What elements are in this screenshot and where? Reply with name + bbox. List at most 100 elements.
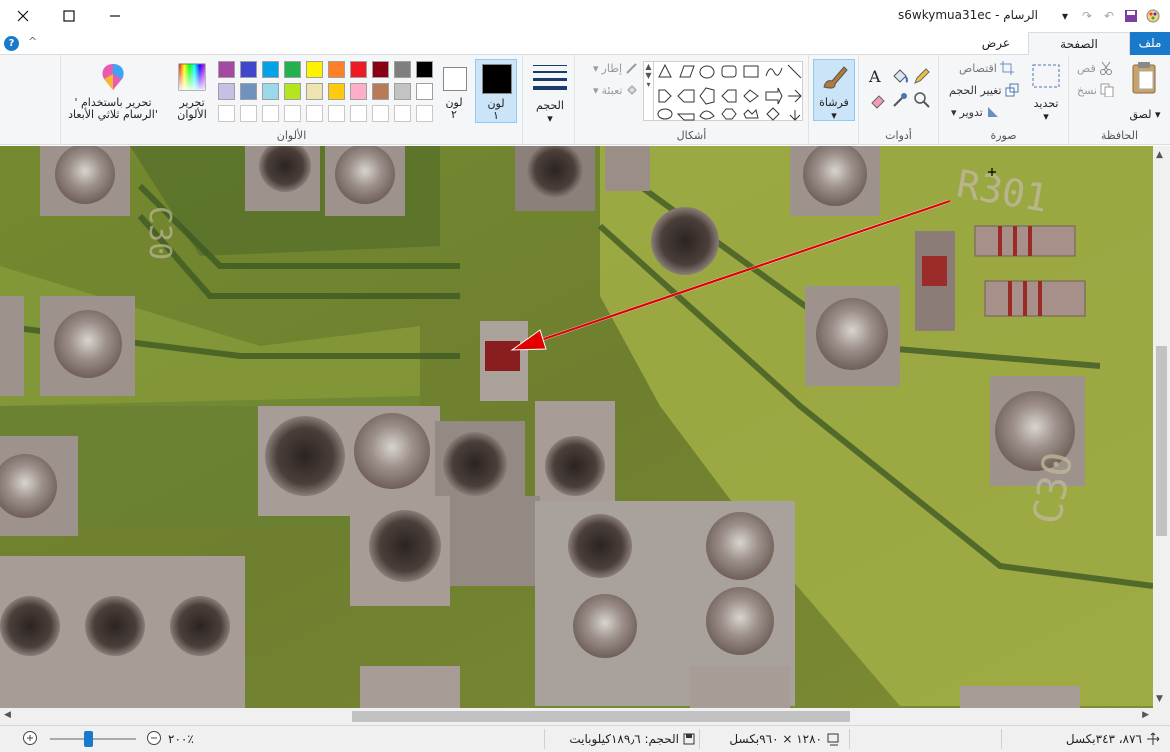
fill-tool-icon[interactable] [891,67,911,87]
qat-dropdown-icon[interactable]: ▾ [1056,7,1074,25]
image-group: تحديد ▾ اقتصاص تغيير الحجم ▾ تدوير صورة [938,55,1068,145]
palette-swatch[interactable] [416,61,433,78]
color-spectrum-icon [178,63,206,91]
cut-label: قص [1077,61,1096,75]
palette-swatch[interactable] [328,61,345,78]
zoom-out-button[interactable] [146,730,162,746]
select-button[interactable]: تحديد ▾ [1027,61,1065,123]
scroll-right-icon[interactable]: ▶ [1142,710,1149,720]
size-group: الحجم ▾ [522,55,574,145]
palette-swatch[interactable] [284,83,301,100]
tab-file[interactable]: ملف [1130,32,1170,55]
scroll-up-icon[interactable]: ▲ [1156,150,1163,160]
palette-swatch[interactable] [240,83,257,100]
rotate-button[interactable]: ▾ تدوير [951,105,1000,119]
drawing-canvas[interactable]: R301 C30 C30 [0,146,1153,708]
color1-number: ١ [493,109,499,122]
custom-color-slot[interactable] [284,105,301,122]
brushes-label: فرشاة [819,96,849,109]
color-palette [213,61,433,125]
file-size: الحجم: ١٨٩٫٦كيلوبايت [569,732,695,746]
ribbon: لصق ▾ قص نسخ الحافظة تحديد ▾ اقتصاص تغيير… [0,55,1170,145]
zoom-slider-thumb[interactable] [84,731,93,747]
size-button[interactable]: الحجم ▾ [529,59,571,125]
copy-button[interactable]: نسخ [1077,83,1114,97]
minimize-button[interactable] [92,0,138,32]
tab-view[interactable]: عرض [972,32,1020,55]
palette-swatch[interactable] [218,83,235,100]
edit-colors-button[interactable]: تحرير الألوان [171,59,213,123]
resize-button[interactable]: تغيير الحجم [949,83,1019,97]
palette-swatch[interactable] [284,61,301,78]
zoom-slider-track[interactable] [50,738,136,740]
palette-swatch[interactable] [306,61,323,78]
brushes-button[interactable]: فرشاة ▾ [813,59,855,122]
palette-swatch[interactable] [262,83,279,100]
palette-swatch[interactable] [262,61,279,78]
edit-paint3d-button[interactable]: تحرير باستخدام ' الرسام ثلاثي الأبعاد' [63,59,163,123]
outline-button[interactable]: ▾ إطار [593,61,639,75]
palette-swatch[interactable] [306,83,323,100]
shapes-gallery-icons [657,63,802,121]
vertical-scroll-thumb[interactable] [1156,346,1167,536]
palette-swatch[interactable] [218,61,235,78]
crop-button[interactable]: اقتصاص [959,61,1014,75]
fill-button[interactable]: ▾ تعبئة [593,83,639,97]
edit-paint3d-label: تحرير باستخدام ' الرسام ثلاثي الأبعاد' [68,96,158,121]
resize-label: تغيير الحجم [949,83,1002,97]
horizontal-scroll-thumb[interactable] [352,711,850,722]
custom-color-slot[interactable] [262,105,279,122]
custom-color-slot[interactable] [394,105,411,122]
custom-color-slot[interactable] [350,105,367,122]
shapes-gallery[interactable]: ▲ ▼ ▾ [643,61,803,121]
tab-home[interactable]: الصفحة الرئيسية [1028,32,1130,73]
select-label: تحديد [1033,97,1059,110]
zoom-in-button[interactable] [22,730,38,746]
custom-color-slot[interactable] [416,105,433,122]
custom-color-slot[interactable] [306,105,323,122]
magnifier-icon[interactable] [913,91,933,111]
text-tool-icon[interactable]: A [869,67,889,87]
palette-swatch[interactable] [394,61,411,78]
resize-icon [1005,83,1019,97]
color2-button[interactable]: لون ٢ [435,59,473,123]
palette-swatch[interactable] [350,61,367,78]
redo-icon[interactable]: ↷ [1078,7,1096,25]
scroll-left-icon[interactable]: ◀ [4,710,11,720]
color-picker-icon[interactable] [891,91,911,111]
palette-swatch[interactable] [394,83,411,100]
maximize-icon [63,10,75,22]
scroll-down-icon[interactable]: ▼ [1156,694,1163,704]
outline-label: إطار [601,61,623,75]
palette-swatch[interactable] [328,83,345,100]
image-size-text: ١٢٨٠ × ٩٦٠بكسل [729,732,822,746]
eraser-tool-icon[interactable] [869,91,889,111]
color1-button[interactable]: لون ١ [475,59,517,123]
cut-button[interactable]: قص [1077,61,1113,75]
palette-swatch[interactable] [372,83,389,100]
custom-color-slot[interactable] [328,105,345,122]
horizontal-scrollbar[interactable]: ◀ ▶ [0,708,1153,725]
canvas-label-c30-left: C30 [142,206,177,260]
paste-button[interactable]: لصق ▾ [1125,61,1165,121]
custom-color-slot[interactable] [240,105,257,122]
zoom-in-icon [23,731,37,745]
shapes-scroll[interactable]: ▲ ▼ ▾ [644,62,654,120]
help-icon[interactable]: ? [4,36,19,51]
close-button[interactable] [0,0,46,32]
collapse-ribbon-icon[interactable]: ^ [28,35,37,48]
pencil-tool-icon[interactable] [913,67,933,87]
vertical-scrollbar[interactable]: ▲ ▼ [1153,146,1170,708]
palette-swatch[interactable] [416,83,433,100]
undo-icon[interactable]: ↶ [1100,7,1118,25]
custom-color-slot[interactable] [372,105,389,122]
palette-swatch[interactable] [350,83,367,100]
save-icon[interactable] [1122,7,1140,25]
maximize-button[interactable] [46,0,92,32]
custom-color-slot[interactable] [218,105,235,122]
palette-swatch[interactable] [372,61,389,78]
paint3d-icon [102,64,124,90]
disk-icon [683,733,695,745]
palette-swatch[interactable] [240,61,257,78]
color2-swatch [443,67,467,91]
